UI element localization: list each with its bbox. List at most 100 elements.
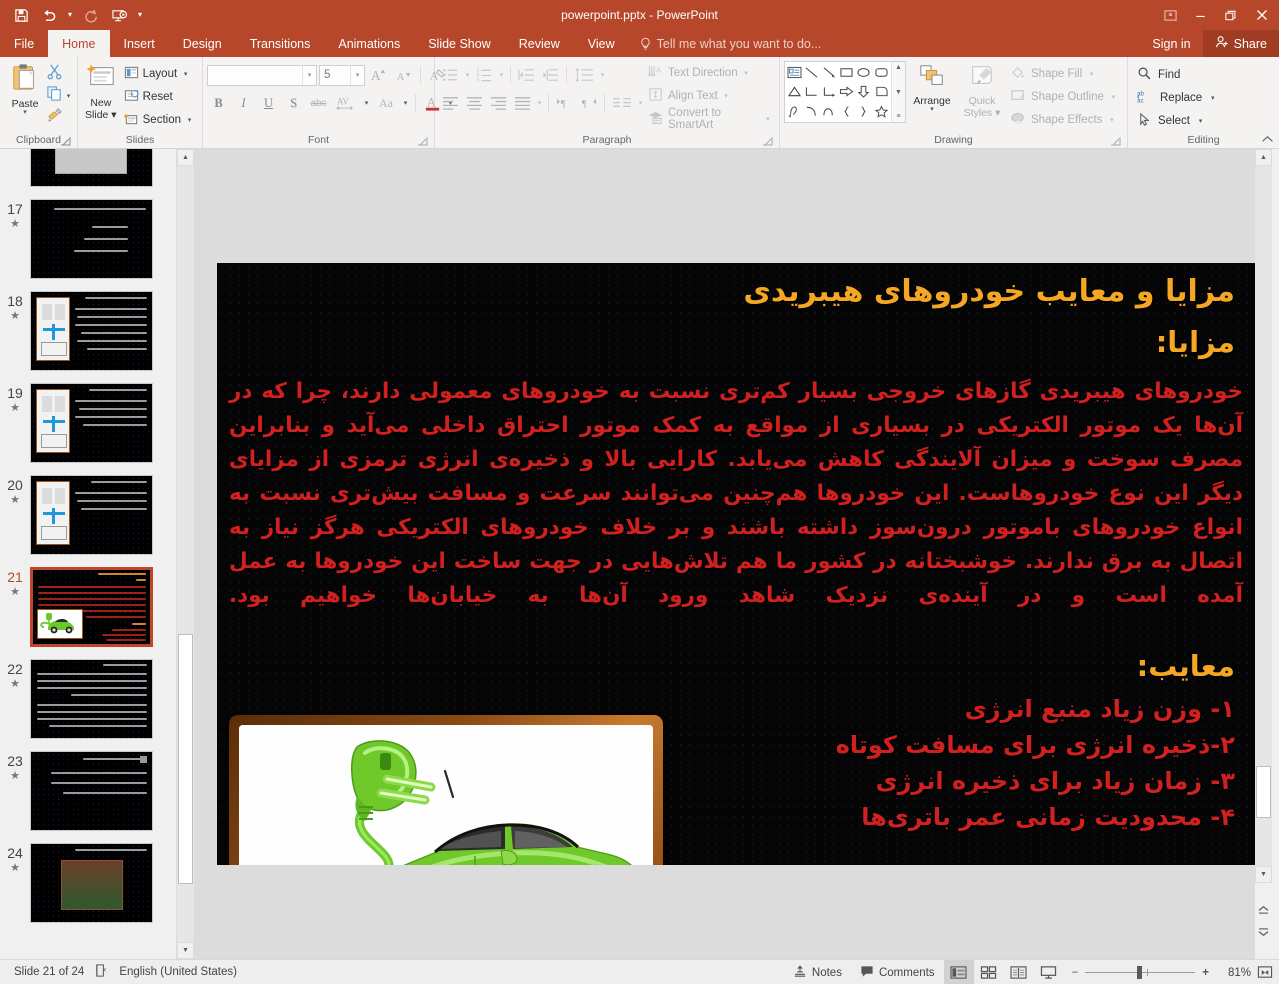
tab-slide-show[interactable]: Slide Show — [414, 30, 505, 57]
replace-dropdown-icon[interactable]: ▾ — [1208, 94, 1217, 102]
tab-transitions[interactable]: Transitions — [236, 30, 325, 57]
bullets-dropdown-icon[interactable]: ▾ — [463, 71, 472, 79]
current-slide[interactable]: مزایا و معایب خودروهای هیبریدی مزایا: خو… — [217, 263, 1255, 865]
replace-button[interactable]: ab ac Replace ▾ — [1132, 86, 1222, 109]
thumbnail-slide-20[interactable]: 20 ★ — [0, 469, 176, 561]
zoom-handle[interactable] — [1137, 966, 1143, 979]
select-button[interactable]: Select ▾ — [1132, 109, 1222, 132]
thumbnail-preview[interactable] — [30, 383, 153, 463]
text-direction-dropdown-icon[interactable]: ▾ — [742, 69, 751, 77]
text-shadow-button[interactable]: S — [282, 92, 305, 114]
align-dropdown-icon[interactable]: ▾ — [535, 99, 544, 107]
shape-fill-button[interactable]: Shape Fill ▾ — [1006, 62, 1122, 85]
disadvantages-list[interactable]: ۱- وزن زیاد منبع انرژی ۲-ذخیره انرژی برا… — [815, 691, 1235, 835]
arc-shape[interactable] — [821, 102, 838, 121]
slide-edit-area[interactable]: مزایا و معایب خودروهای هیبریدی مزایا: خو… — [194, 149, 1255, 959]
disadvantages-heading[interactable]: معایب: — [835, 649, 1235, 683]
tab-home[interactable]: Home — [48, 30, 110, 57]
zoom-level[interactable]: 81% — [1217, 967, 1251, 979]
align-left-icon[interactable] — [439, 92, 462, 114]
quick-styles-button[interactable]: Quick Styles ▾ — [958, 60, 1006, 119]
increase-indent-icon[interactable] — [539, 64, 562, 86]
slide-title[interactable]: مزایا و معایب خودروهای هیبریدی — [237, 274, 1235, 309]
reading-view-button[interactable] — [1004, 960, 1034, 984]
align-center-icon[interactable] — [463, 92, 486, 114]
format-painter-button[interactable] — [46, 107, 73, 128]
thumbnail-slide-18[interactable]: 18 ★ — [0, 285, 176, 377]
shape-outline-button[interactable]: Shape Outline ▾ — [1006, 85, 1122, 108]
font-size-combobox[interactable]: 5 ▾ — [319, 64, 365, 86]
undo-dropdown-icon[interactable]: ▾ — [64, 3, 76, 27]
change-case-button[interactable]: Aa — [373, 92, 399, 114]
slide-picture-frame[interactable] — [229, 715, 663, 865]
thumbnail-slide-17[interactable]: 17 ★ — [0, 193, 176, 285]
zoom-out-button[interactable]: − — [1072, 967, 1079, 979]
bullets-icon[interactable] — [439, 64, 462, 86]
justify-icon[interactable] — [511, 92, 534, 114]
shapes-scroll-up-icon[interactable]: ▲ — [895, 64, 902, 71]
tab-view[interactable]: View — [574, 30, 629, 57]
zoom-track[interactable] — [1085, 966, 1196, 979]
font-dialog-launcher[interactable] — [417, 136, 428, 147]
close-icon[interactable] — [1245, 0, 1279, 30]
shape-effects-button[interactable]: Shape Effects ▾ — [1006, 108, 1122, 131]
thumbnail-preview[interactable] — [30, 567, 153, 647]
paragraph-dialog-launcher[interactable] — [762, 136, 773, 147]
align-right-icon[interactable] — [487, 92, 510, 114]
strikethrough-button[interactable]: abc — [307, 92, 330, 114]
flowchart-shape[interactable] — [873, 82, 890, 101]
reset-button[interactable]: Reset — [120, 85, 198, 108]
slide-thumbnail-pane[interactable]: 16 17 ★ 18 ★ — [0, 149, 176, 959]
columns-dropdown-icon[interactable]: ▾ — [636, 99, 645, 107]
numbering-dropdown-icon[interactable]: ▾ — [497, 71, 506, 79]
tab-review[interactable]: Review — [505, 30, 574, 57]
shapes-gallery-scrollbar[interactable]: ▲ ▼ ≡ — [891, 62, 905, 122]
tab-design[interactable]: Design — [169, 30, 236, 57]
character-spacing-button[interactable]: AV — [332, 92, 360, 114]
font-name-combobox[interactable]: ▾ — [207, 64, 317, 86]
next-slide-button[interactable] — [1255, 924, 1272, 941]
slide-show-view-button[interactable] — [1034, 960, 1064, 984]
paste-dropdown-icon[interactable]: ▾ — [23, 109, 27, 116]
thumbnail-slide-23[interactable]: 23 ★ — [0, 745, 176, 837]
thumbnail-preview[interactable] — [30, 291, 153, 371]
advantages-heading[interactable]: مزایا: — [237, 325, 1235, 359]
ribbon-display-options-icon[interactable] — [1155, 0, 1185, 30]
tab-animations[interactable]: Animations — [324, 30, 414, 57]
right-to-left-icon[interactable]: ¶ — [577, 92, 600, 114]
slide-scroll-track[interactable] — [1255, 166, 1272, 866]
rectangle-shape[interactable] — [838, 63, 855, 82]
layout-button[interactable]: Layout ▾ — [120, 62, 198, 85]
collapse-ribbon-icon[interactable] — [1261, 135, 1274, 146]
shapes-gallery[interactable]: ▲ ▼ ≡ — [784, 61, 906, 123]
find-button[interactable]: Find — [1132, 63, 1222, 86]
character-spacing-dropdown-icon[interactable]: ▾ — [362, 99, 371, 107]
text-direction-button[interactable]: A Text Direction ▾ — [645, 61, 775, 84]
thumbnail-slide-16[interactable]: 16 — [0, 149, 176, 193]
align-text-button[interactable]: Align Text ▾ — [645, 84, 775, 107]
thumbnail-slide-19[interactable]: 19 ★ — [0, 377, 176, 469]
slide-sorter-view-button[interactable] — [974, 960, 1004, 984]
smartart-dropdown-icon[interactable]: ▾ — [764, 115, 772, 123]
down-arrow-shape[interactable] — [855, 82, 872, 101]
normal-view-button[interactable] — [943, 960, 974, 984]
slide-indicator[interactable]: Slide 21 of 24 — [14, 966, 84, 978]
notes-button[interactable]: Notes — [784, 960, 851, 984]
left-to-right-icon[interactable]: ¶ — [553, 92, 576, 114]
thumbnail-pane-scrollbar[interactable]: ▲ ▼ — [176, 149, 194, 959]
cut-button[interactable] — [46, 63, 73, 84]
undo-icon[interactable] — [36, 3, 62, 27]
line-spacing-icon[interactable] — [571, 64, 597, 86]
slide-scroll-thumb[interactable] — [1256, 766, 1271, 818]
layout-dropdown-icon[interactable]: ▾ — [181, 70, 190, 78]
line-shape[interactable] — [803, 63, 820, 82]
oval-shape[interactable] — [855, 63, 872, 82]
left-brace-shape[interactable] — [838, 102, 855, 121]
thumbnail-preview[interactable] — [30, 149, 153, 187]
previous-slide-button[interactable] — [1255, 901, 1272, 918]
slide-scroll-down-button[interactable]: ▼ — [1255, 866, 1272, 883]
tab-insert[interactable]: Insert — [110, 30, 169, 57]
rounded-rectangle-shape[interactable] — [873, 63, 890, 82]
increase-font-size-icon[interactable]: A — [367, 64, 390, 86]
change-case-dropdown-icon[interactable]: ▾ — [401, 99, 410, 107]
